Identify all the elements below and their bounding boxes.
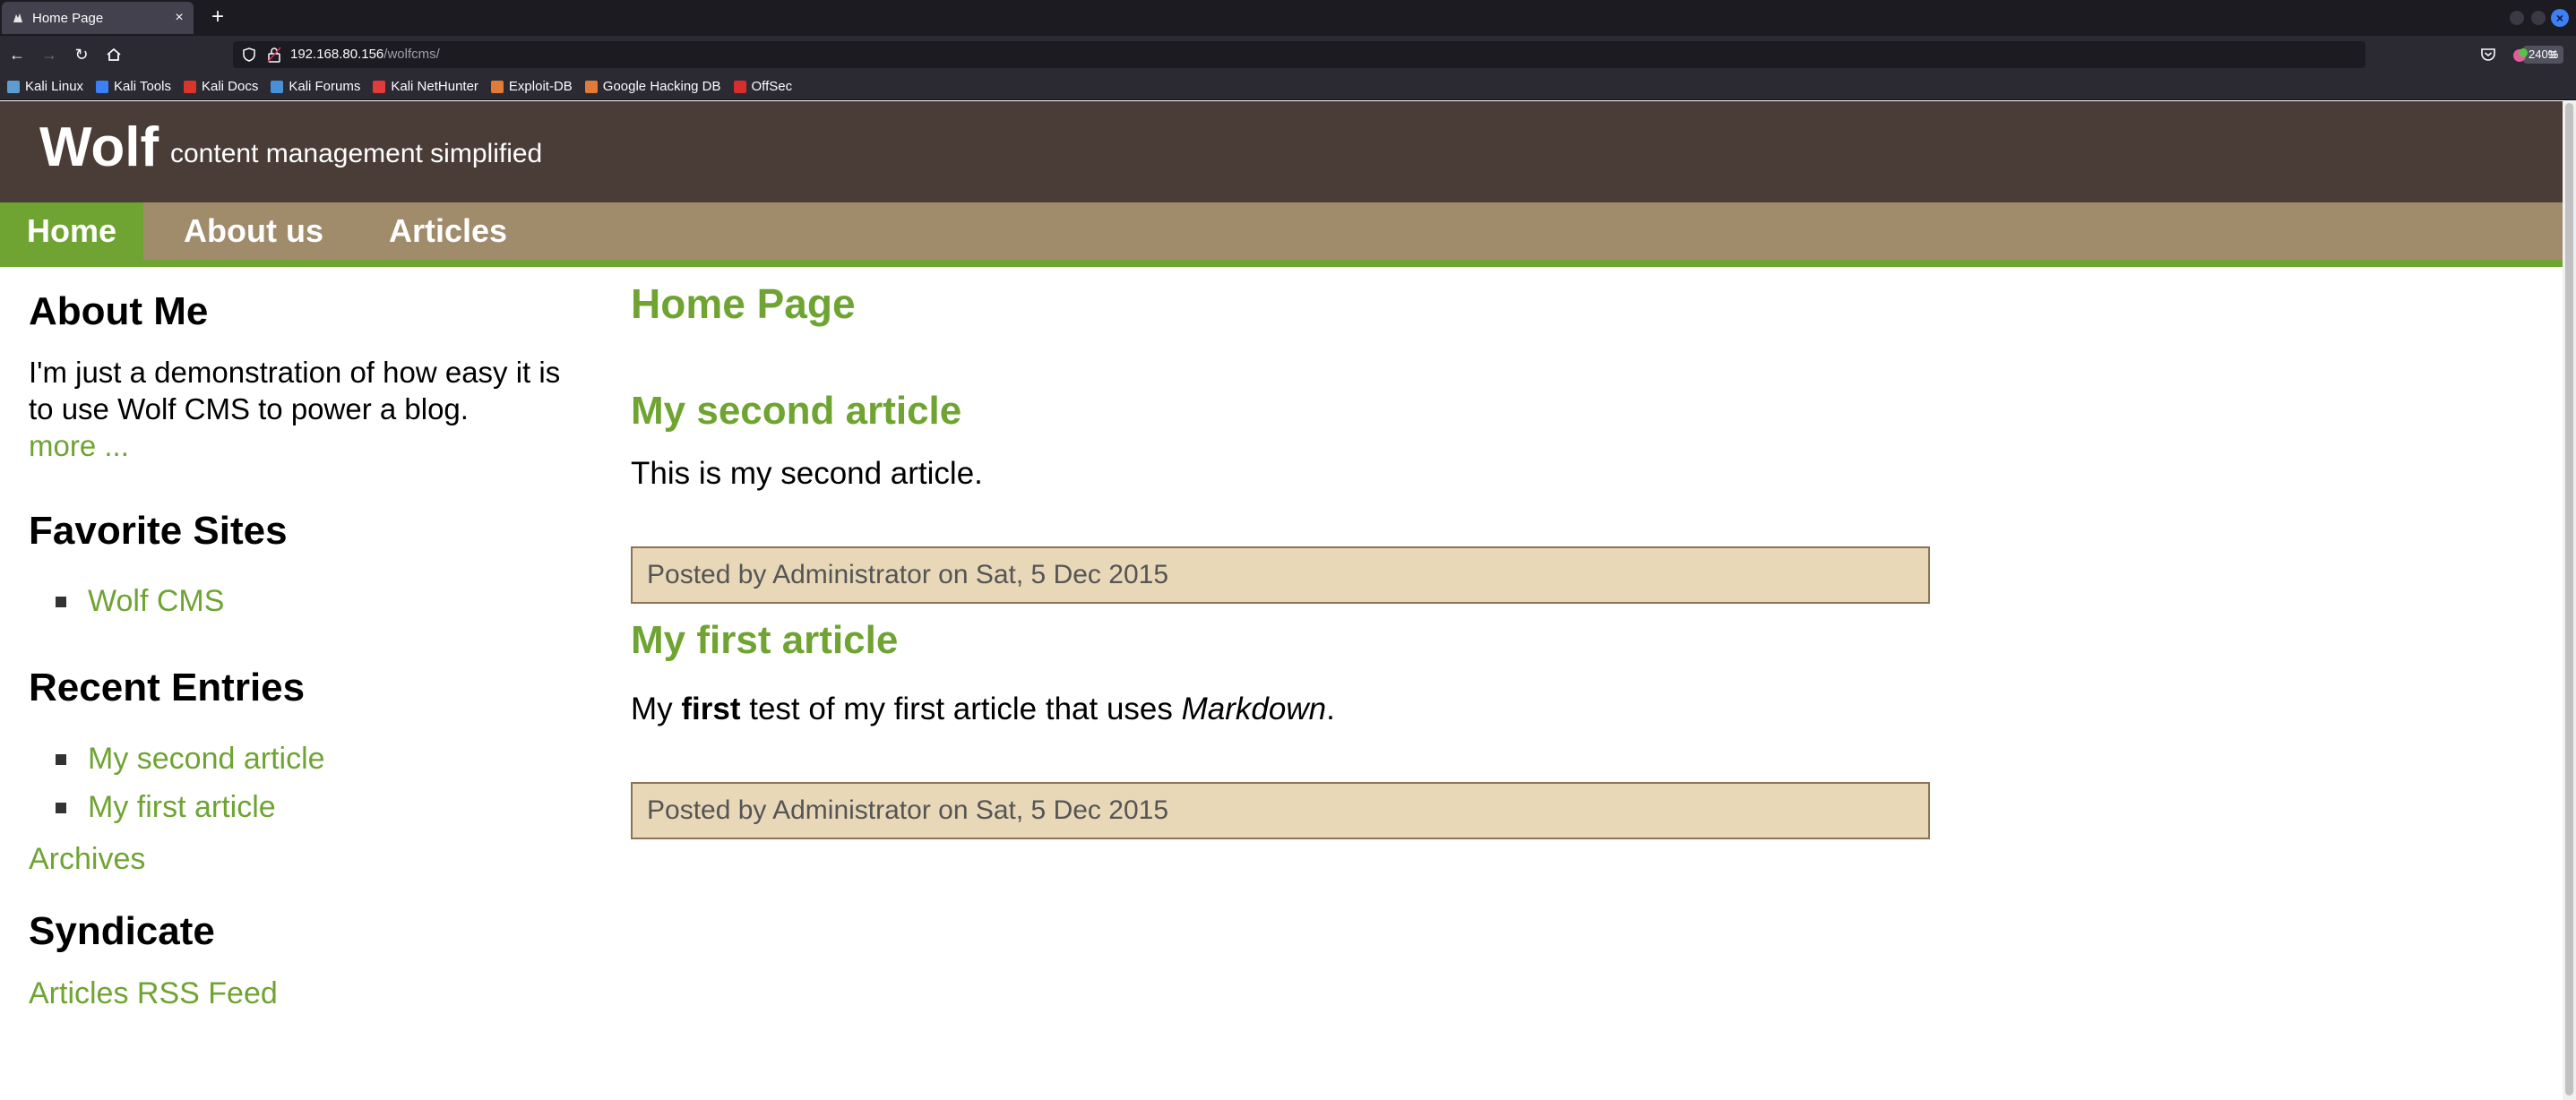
- about-more-link[interactable]: more ...: [29, 429, 129, 462]
- bookmark-label: Kali Forums: [289, 79, 361, 94]
- kali-tools-icon: [96, 80, 109, 93]
- article-title-link[interactable]: My first article: [631, 618, 898, 663]
- article-body-bold: first: [681, 692, 741, 726]
- browser-toolbar: ← → ↻ 192.168.80.156/wolfcms/ 240% ☆ ≡: [0, 36, 2576, 73]
- google-hacking-db-icon: [584, 80, 598, 93]
- site-header: Wolf content management simplified: [0, 101, 2563, 202]
- article-info: Posted by Administrator on Sat, 5 Dec 20…: [631, 546, 1930, 604]
- bookmark-label: Kali Docs: [201, 79, 259, 94]
- kali-dragon-icon: [7, 80, 20, 93]
- tracking-protection-shield-icon[interactable]: [242, 47, 256, 62]
- close-tab-icon[interactable]: ×: [168, 10, 190, 26]
- bookmark-label: Kali NetHunter: [391, 79, 478, 94]
- bookmark-exploit-db[interactable]: Exploit-DB: [490, 79, 573, 94]
- site-slogan: content management simplified: [170, 139, 543, 168]
- article-body-text: test of my first article that uses: [740, 692, 1182, 726]
- article-body-italic: Markdown: [1181, 692, 1327, 726]
- bookmark-offsec[interactable]: OffSec: [733, 79, 793, 94]
- maximize-window-button[interactable]: [2531, 11, 2546, 25]
- bookmark-kali-linux[interactable]: Kali Linux: [7, 79, 83, 94]
- recent-entries-heading: Recent Entries: [29, 666, 306, 709]
- insecure-lock-icon[interactable]: [267, 47, 281, 63]
- url-path: /wolfcms/: [383, 47, 440, 62]
- kali-forums-icon: [271, 80, 284, 93]
- page-favicon-icon: [11, 11, 25, 25]
- article-title-link[interactable]: My second article: [631, 389, 961, 434]
- minimize-window-button[interactable]: [2510, 11, 2524, 25]
- tab-title: Home Page: [32, 10, 104, 26]
- offsec-icon: [733, 80, 746, 93]
- article-body-text: .: [1326, 692, 1335, 726]
- extensions-icon[interactable]: [2509, 43, 2532, 66]
- bookmark-label: OffSec: [751, 79, 793, 94]
- site-navigation: Home About us Articles: [0, 202, 2563, 267]
- favorite-site-item[interactable]: Wolf CMS: [29, 584, 224, 619]
- bookmark-label: Google Hacking DB: [602, 79, 721, 94]
- site-name[interactable]: Wolf: [39, 116, 159, 179]
- page-viewport: Wolf content management simplified Home …: [0, 101, 2563, 1100]
- syndicate-heading: Syndicate: [29, 909, 215, 953]
- browser-tab[interactable]: Home Page ×: [2, 2, 194, 34]
- page-title: Home Page: [631, 280, 856, 327]
- recent-entry-item[interactable]: My first article: [29, 790, 276, 825]
- recent-entry-item[interactable]: My second article: [29, 742, 325, 777]
- about-me-description: I'm just a demonstration of how easy it …: [29, 356, 561, 425]
- article-body: This is my second article.: [631, 456, 983, 491]
- url-text[interactable]: 192.168.80.156/wolfcms/: [290, 47, 440, 62]
- kali-docs-icon: [183, 80, 196, 93]
- nav-home[interactable]: Home: [0, 202, 144, 260]
- article-body: My first test of my first article that u…: [631, 692, 1335, 727]
- about-me-heading: About Me: [29, 289, 209, 333]
- article-info: Posted by Administrator on Sat, 5 Dec 20…: [631, 782, 1930, 839]
- home-icon[interactable]: [100, 41, 127, 68]
- forward-arrow-icon[interactable]: →: [36, 41, 63, 68]
- archives-link[interactable]: Archives: [29, 842, 145, 877]
- favorite-sites-heading: Favorite Sites: [29, 509, 288, 553]
- browser-tab-bar: Home Page × + ×: [0, 0, 2576, 36]
- list-bullet: [56, 802, 66, 813]
- address-bar[interactable]: 192.168.80.156/wolfcms/ 240% ☆: [233, 41, 2576, 68]
- recent-entry-link[interactable]: My second article: [88, 742, 325, 777]
- url-host: 192.168.80.156: [290, 47, 384, 62]
- close-window-button[interactable]: ×: [2551, 9, 2569, 27]
- vertical-scrollbar[interactable]: [2563, 101, 2576, 1100]
- bookmark-label: Exploit-DB: [508, 79, 573, 94]
- bookmark-label: Kali Tools: [114, 79, 171, 94]
- bookmark-google-hacking-db[interactable]: Google Hacking DB: [584, 79, 721, 94]
- new-tab-icon[interactable]: +: [204, 4, 231, 30]
- bookmark-label: Kali Linux: [25, 79, 84, 94]
- back-arrow-icon[interactable]: ←: [4, 41, 30, 68]
- exploit-db-icon: [490, 80, 504, 93]
- pocket-icon[interactable]: [2477, 43, 2500, 66]
- bookmark-kali-forums[interactable]: Kali Forums: [271, 79, 360, 94]
- recent-entry-link[interactable]: My first article: [88, 790, 276, 825]
- kali-nethunter-icon: [373, 80, 386, 93]
- list-bullet: [56, 596, 66, 607]
- scrollbar-thumb[interactable]: [2565, 103, 2573, 1096]
- bookmark-kali-docs[interactable]: Kali Docs: [183, 79, 259, 94]
- reload-icon[interactable]: ↻: [68, 41, 95, 68]
- favorite-site-link[interactable]: Wolf CMS: [88, 584, 224, 619]
- article-body-text: My: [631, 692, 682, 726]
- bookmark-kali-tools[interactable]: Kali Tools: [96, 79, 171, 94]
- nav-about-us[interactable]: About us: [157, 202, 350, 260]
- about-me-text: I'm just a demonstration of how easy it …: [29, 354, 584, 464]
- bookmarks-toolbar: Kali Linux Kali Tools Kali Docs Kali For…: [0, 73, 2576, 100]
- app-menu-icon[interactable]: ≡: [2541, 43, 2564, 66]
- list-bullet: [56, 753, 66, 765]
- bookmark-kali-nethunter[interactable]: Kali NetHunter: [373, 79, 478, 94]
- nav-articles[interactable]: Articles: [362, 202, 534, 260]
- articles-rss-feed-link[interactable]: Articles RSS Feed: [29, 976, 278, 1011]
